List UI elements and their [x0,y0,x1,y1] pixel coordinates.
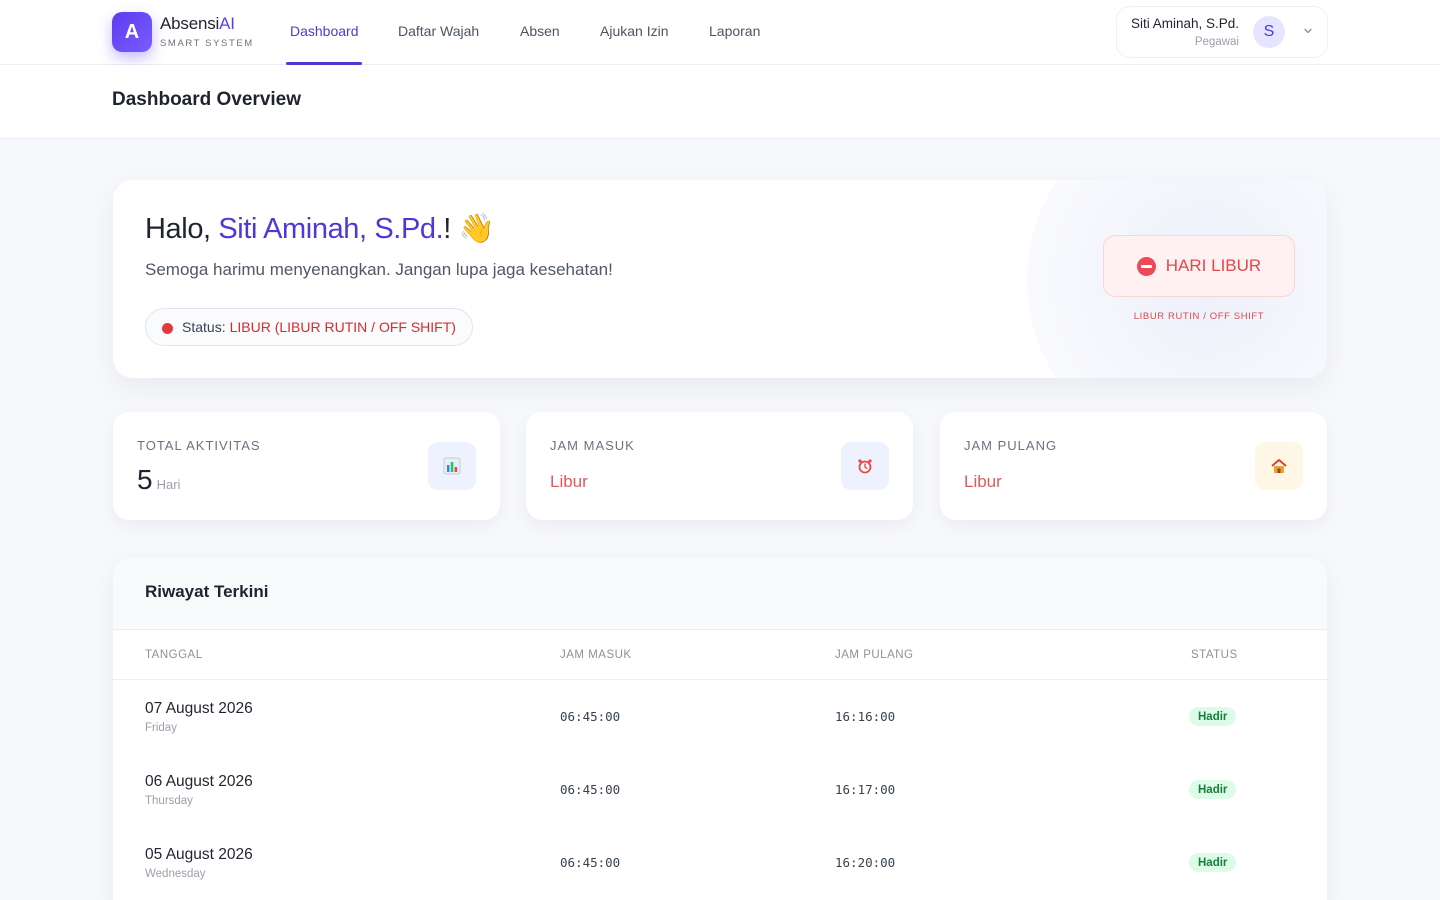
row-time-in: 06:45:00 [560,709,621,724]
holiday-label: HARI LIBUR [1165,256,1262,275]
brand-tagline: SMART SYSTEM [160,38,254,49]
table-header-bar: Riwayat Terkini [113,558,1327,630]
status-badge: Hadir [1189,780,1237,799]
greeting-title: Halo, Siti Aminah, S.Pd.! 👋 [145,212,495,246]
column-header-tanggal: TANGGAL [145,649,203,661]
user-name: Siti Aminah, S.Pd. [1130,16,1239,31]
greeting-suffix: ! 👋 [443,213,495,245]
status-badge: Hadir [1189,853,1237,872]
status-dot-icon [162,323,173,334]
table-row[interactable]: 06 August 2026 Thursday 06:45:00 16:17:0… [113,753,1327,826]
row-date: 05 August 2026 [145,846,253,863]
stat-card-jam-masuk: JAM MASUK Libur [526,412,913,520]
nav-item-dashboard[interactable]: Dashboard [290,23,359,39]
stat-value: 5 Hari [137,464,180,496]
user-role: Pegawai [1194,36,1239,48]
stat-value: Libur [550,472,588,491]
stat-value: Libur [964,472,1002,491]
greeting-subtitle: Semoga harimu menyenangkan. Jangan lupa … [145,260,613,279]
row-day: Thursday [145,795,193,807]
stat-card-jam-pulang: JAM PULANG Libur [940,412,1327,520]
greeting-hello: Halo, [145,213,219,245]
row-time-in: 06:45:00 [560,855,621,870]
row-time-out: 16:17:00 [835,782,896,797]
table-title: Riwayat Terkini [145,582,269,601]
holiday-indicator: HARI LIBUR [1103,235,1295,297]
stat-card-total-aktivitas: TOTAL AKTIVITAS 5 Hari [113,412,500,520]
brand-name: AbsensiAI [160,14,235,34]
column-header-jam-pulang: JAM PULANG [835,649,914,661]
status-badge: Status: LIBUR (LIBUR RUTIN / OFF SHIFT) [145,308,473,346]
nav-item-laporan[interactable]: Laporan [709,23,760,39]
top-navbar: A AbsensiAI SMART SYSTEM Dashboard Dafta… [0,0,1440,65]
holiday-caption: LIBUR RUTIN / OFF SHIFT [1133,311,1265,322]
chevron-down-icon[interactable] [1301,24,1315,38]
page-header: Dashboard Overview [0,65,1440,139]
column-header-status: STATUS [1191,649,1238,661]
table-row[interactable]: 07 August 2026 Friday 06:45:00 16:16:00 … [113,680,1327,753]
stat-label: JAM MASUK [550,438,635,453]
row-time-in: 06:45:00 [560,782,621,797]
status-badge: Hadir [1189,707,1237,726]
brand-name-main: Absensi [160,14,220,33]
brand-name-accent: AI [219,14,235,33]
table-row[interactable]: 05 August 2026 Wednesday 06:45:00 16:20:… [113,826,1327,899]
greeting-card: Halo, Siti Aminah, S.Pd.! 👋 Semoga harim… [113,180,1327,378]
alarm-clock-icon [841,442,889,490]
column-header-jam-masuk: JAM MASUK [560,649,632,661]
avatar[interactable]: S [1253,16,1285,48]
history-table-card: Riwayat Terkini TANGGAL JAM MASUK JAM PU… [113,558,1327,900]
stat-label: JAM PULANG [964,438,1058,453]
logo-icon[interactable]: A [112,12,152,52]
status-label: Status: [182,319,226,335]
row-time-out: 16:16:00 [835,709,896,724]
house-icon [1255,442,1303,490]
greeting-user-name: Siti Aminah, S.Pd. [218,213,444,245]
status-value: LIBUR (LIBUR RUTIN / OFF SHIFT) [229,319,456,335]
bar-chart-icon [428,442,476,490]
user-menu[interactable]: Siti Aminah, S.Pd. Pegawai S [1116,6,1328,58]
row-time-out: 16:20:00 [835,855,896,870]
stat-unit: Hari [156,477,181,492]
nav-item-daftar-wajah[interactable]: Daftar Wajah [398,23,479,39]
row-date: 06 August 2026 [145,773,253,790]
row-day: Friday [145,722,177,734]
nav-item-ajukan-izin[interactable]: Ajukan Izin [600,23,668,39]
nav-item-absen[interactable]: Absen [520,23,560,39]
stat-label: TOTAL AKTIVITAS [137,438,261,453]
no-entry-icon [1136,256,1156,276]
page-title: Dashboard Overview [112,89,302,110]
row-date: 07 August 2026 [145,700,253,717]
row-day: Wednesday [145,868,206,880]
stat-number: 5 [137,464,153,495]
